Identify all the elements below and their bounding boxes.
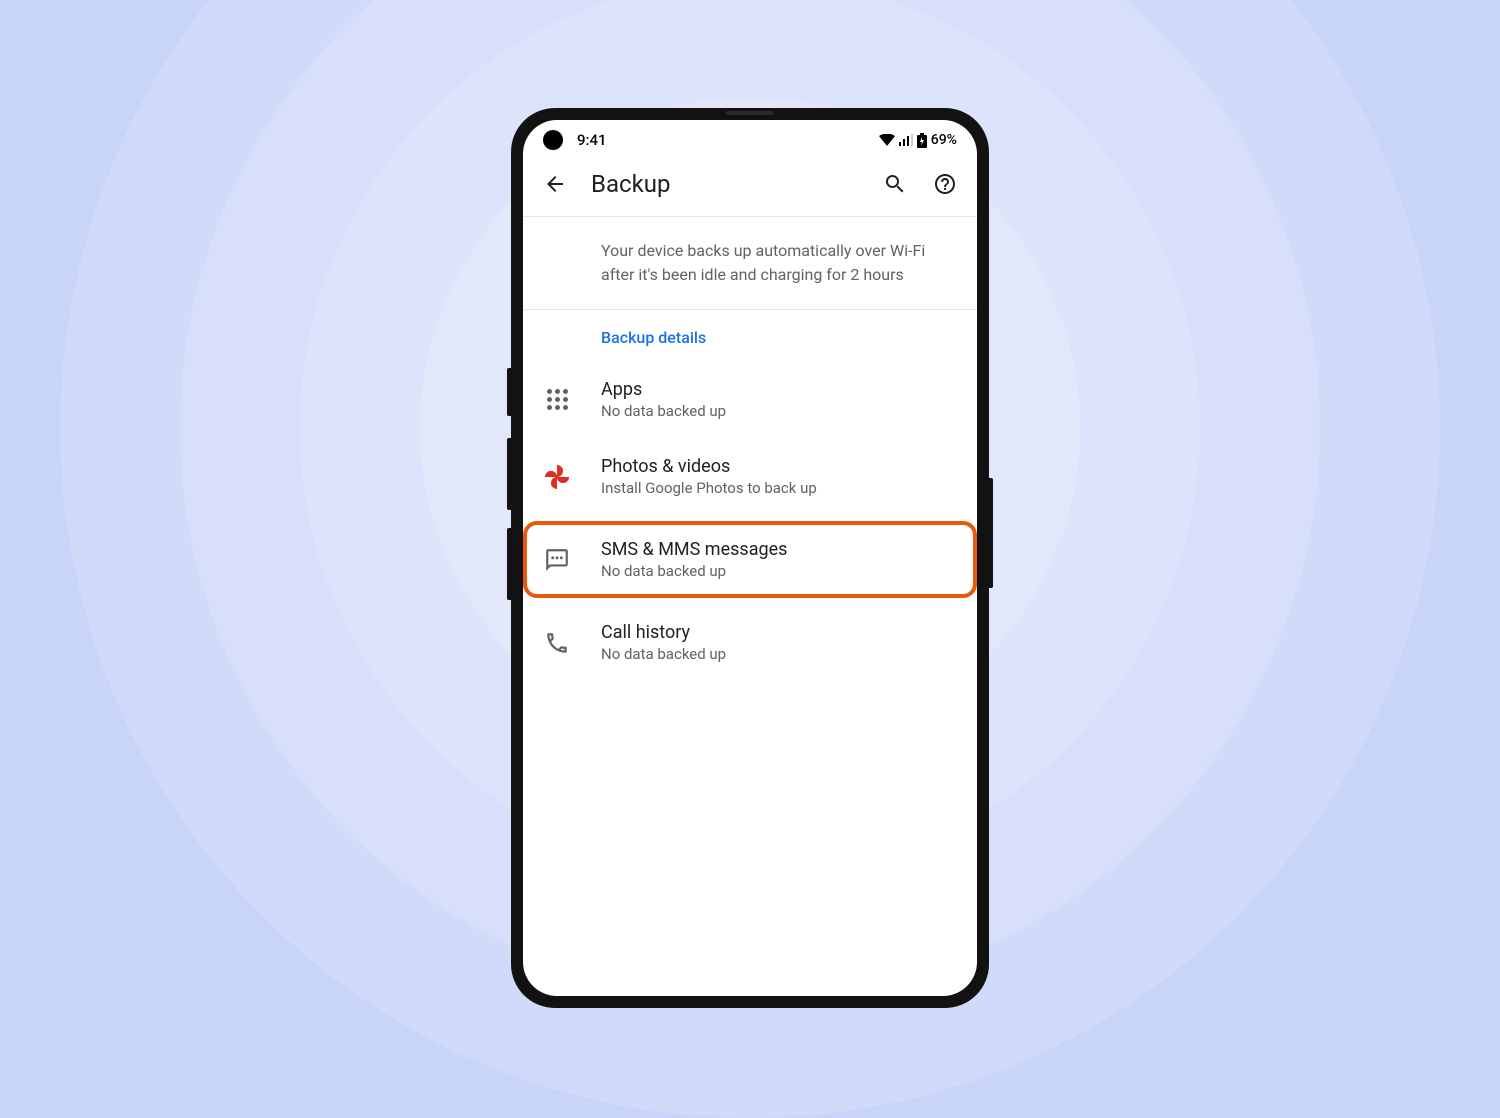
photos-icon bbox=[537, 464, 577, 490]
arrow-back-icon bbox=[543, 172, 567, 196]
list-item-subtitle: No data backed up bbox=[601, 402, 955, 420]
list-item-title: Call history bbox=[601, 622, 955, 643]
status-bar: 9:41 bbox=[523, 120, 977, 160]
search-button[interactable] bbox=[881, 170, 909, 198]
list-item-subtitle: No data backed up bbox=[601, 562, 955, 580]
help-button[interactable] bbox=[931, 170, 959, 198]
help-icon bbox=[933, 172, 957, 196]
wifi-icon bbox=[879, 134, 895, 146]
status-time: 9:41 bbox=[577, 131, 607, 149]
cellular-icon bbox=[899, 134, 913, 146]
list-item-title: Apps bbox=[601, 379, 955, 400]
list-item-call-history[interactable]: Call history No data backed up bbox=[523, 604, 977, 681]
list-item-title: SMS & MMS messages bbox=[601, 539, 955, 560]
search-icon bbox=[883, 172, 907, 196]
list-item-title: Photos & videos bbox=[601, 456, 955, 477]
list-item-subtitle: No data backed up bbox=[601, 645, 955, 663]
camera-punch bbox=[543, 130, 563, 150]
status-battery-text: 69% bbox=[931, 132, 957, 148]
battery-icon bbox=[917, 133, 927, 148]
page-title: Backup bbox=[591, 170, 859, 198]
app-bar: Backup bbox=[523, 160, 977, 216]
messages-icon bbox=[537, 547, 577, 573]
list-item-subtitle: Install Google Photos to back up bbox=[601, 479, 955, 497]
phone-icon bbox=[537, 630, 577, 656]
list-item-sms[interactable]: SMS & MMS messages No data backed up bbox=[523, 521, 977, 598]
list-item-apps[interactable]: Apps No data backed up bbox=[523, 361, 977, 438]
back-button[interactable] bbox=[541, 170, 569, 198]
section-header-backup-details: Backup details bbox=[523, 310, 977, 361]
apps-icon bbox=[537, 389, 577, 410]
phone-screen: 9:41 bbox=[523, 120, 977, 996]
backup-info-text: Your device backs up automatically over … bbox=[523, 217, 977, 309]
list-item-photos[interactable]: Photos & videos Install Google Photos to… bbox=[523, 438, 977, 515]
phone-frame: 9:41 bbox=[511, 108, 989, 1008]
